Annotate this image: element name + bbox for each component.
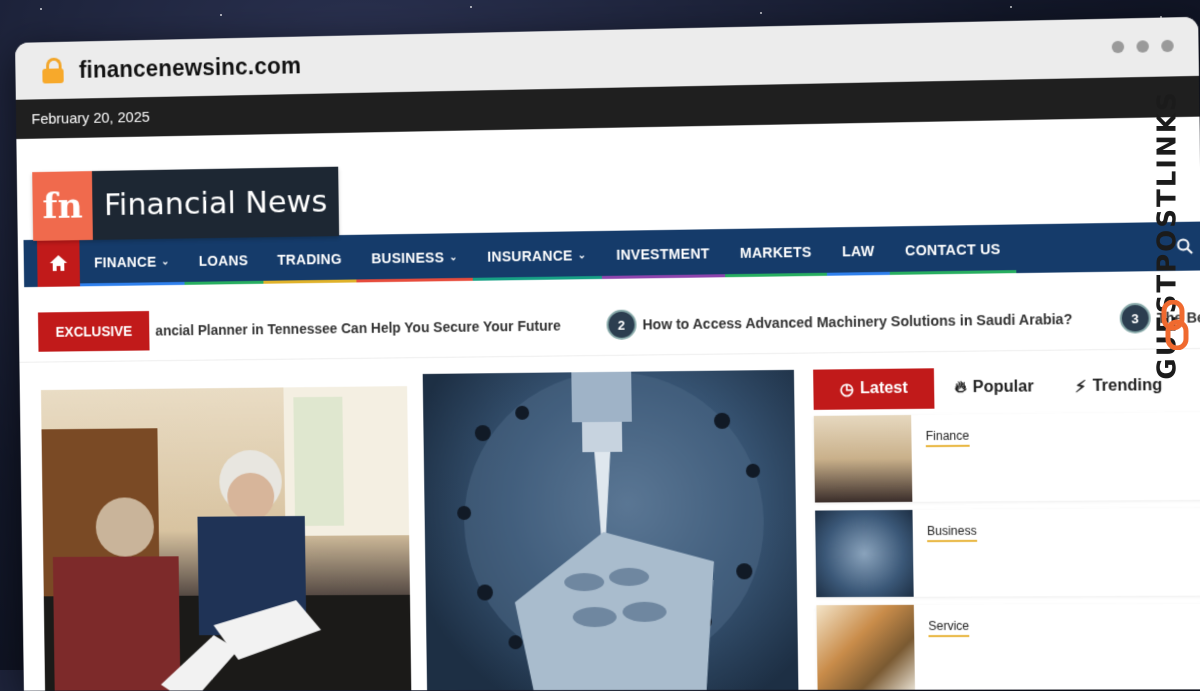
ticker-headline[interactable]: How to Access Advanced Machinery Solutio… [642,311,1072,333]
home-icon [49,254,69,272]
nav-underline [602,274,725,279]
list-item[interactable]: Finance [814,412,1200,502]
main-content: ◷ Latest 🔥︎ Popular ⚡︎ Trending Finance [20,365,1200,690]
news-ticker: EXCLUSIVE ancial Planner in Tennessee Ca… [19,287,1200,363]
ticker-headline[interactable]: ancial Planner in Tennessee Can Help You… [155,318,560,339]
window-dot-icon[interactable] [1136,40,1149,52]
post-thumbnail[interactable] [816,605,915,691]
chevron-down-icon: ⌄ [578,250,587,261]
ticker-number: 3 [1119,303,1150,334]
nav-underline [80,282,185,286]
nav-underline [890,270,1016,275]
ticker-item[interactable]: ancial Planner in Tennessee Can Help You… [155,311,561,346]
category-label[interactable]: Service [928,619,969,637]
nav-underline [185,281,263,285]
nav-label: FINANCE [94,254,156,271]
nav-label: CONTACT US [905,241,1001,259]
tab-label: Popular [973,378,1034,397]
nav-item[interactable]: BUSINESS ⌄ [356,233,473,282]
exclusive-badge: EXCLUSIVE [38,311,150,352]
nav-item[interactable]: LAW [827,226,891,275]
flame-icon: 🔥︎ [955,379,967,397]
featured-image-seniors[interactable] [41,386,412,691]
tab-label: Latest [860,380,908,399]
home-button[interactable] [37,239,80,287]
chevron-down-icon: ⌄ [449,252,458,263]
nav-item[interactable]: INVESTMENT [601,229,725,279]
tab-latest[interactable]: ◷ Latest [813,368,934,410]
nav-item[interactable]: CONTACT US [889,224,1016,274]
nav-underline [357,278,473,283]
nav-item[interactable]: FINANCE ⌄ [79,238,184,287]
window-dot-icon[interactable] [1112,41,1125,53]
list-item[interactable]: Service [816,604,1200,691]
browser-window: financenewsinc.com February 20, 2025 fn … [15,17,1200,691]
tab-popular[interactable]: 🔥︎ Popular [934,367,1055,409]
featured-image-machinery[interactable] [423,370,799,691]
ticker-number: 2 [606,310,636,340]
watermark: GUESTPOSTLINKS [1158,60,1194,360]
ticker-item[interactable]: 2 How to Access Advanced Machinery Soluti… [606,304,1072,340]
site-logo[interactable]: fn Financial News [32,167,339,241]
nav-label: TRADING [277,251,342,268]
nav-item[interactable]: LOANS [184,236,263,285]
window-dot-icon[interactable] [1161,40,1174,52]
current-date: February 20, 2025 [31,108,150,127]
post-thumbnail[interactable] [814,415,913,503]
url-text[interactable]: financenewsinc.com [79,52,301,83]
nav-underline [827,272,890,276]
tab-label: Trending [1092,377,1162,396]
sidebar-tabs: ◷ Latest 🔥︎ Popular ⚡︎ Trending [813,365,1200,410]
bolt-icon: ⚡︎ [1075,377,1087,397]
clock-icon: ◷ [840,379,854,399]
nav-item[interactable]: INSURANCE ⌄ [472,231,601,281]
nav-label: LOANS [199,252,248,269]
list-item[interactable]: Business [815,508,1200,597]
nav-underline [725,273,827,277]
nav-underline [473,276,602,281]
category-label[interactable]: Finance [926,429,970,448]
browser-frame: financenewsinc.com February 20, 2025 fn … [9,6,1200,680]
nav-item[interactable]: MARKETS [724,227,827,277]
website: February 20, 2025 fn Financial News FINA… [16,76,1200,691]
window-controls [1112,40,1174,54]
logo-name: Financial News [92,167,340,240]
nav-label: LAW [842,243,875,260]
nav-label: BUSINESS [371,249,444,266]
nav-underline [263,279,357,283]
category-label[interactable]: Business [927,524,977,543]
lock-icon [42,58,64,84]
nav-label: INVESTMENT [616,245,710,262]
nav-label: INSURANCE [487,247,573,264]
link-icon [1160,300,1190,350]
nav-item[interactable]: TRADING [262,235,357,284]
nav-label: MARKETS [740,244,812,261]
chevron-down-icon: ⌄ [161,256,170,267]
site-header: fn Financial News [16,117,1200,241]
post-thumbnail[interactable] [815,510,914,597]
logo-mark: fn [32,171,93,241]
